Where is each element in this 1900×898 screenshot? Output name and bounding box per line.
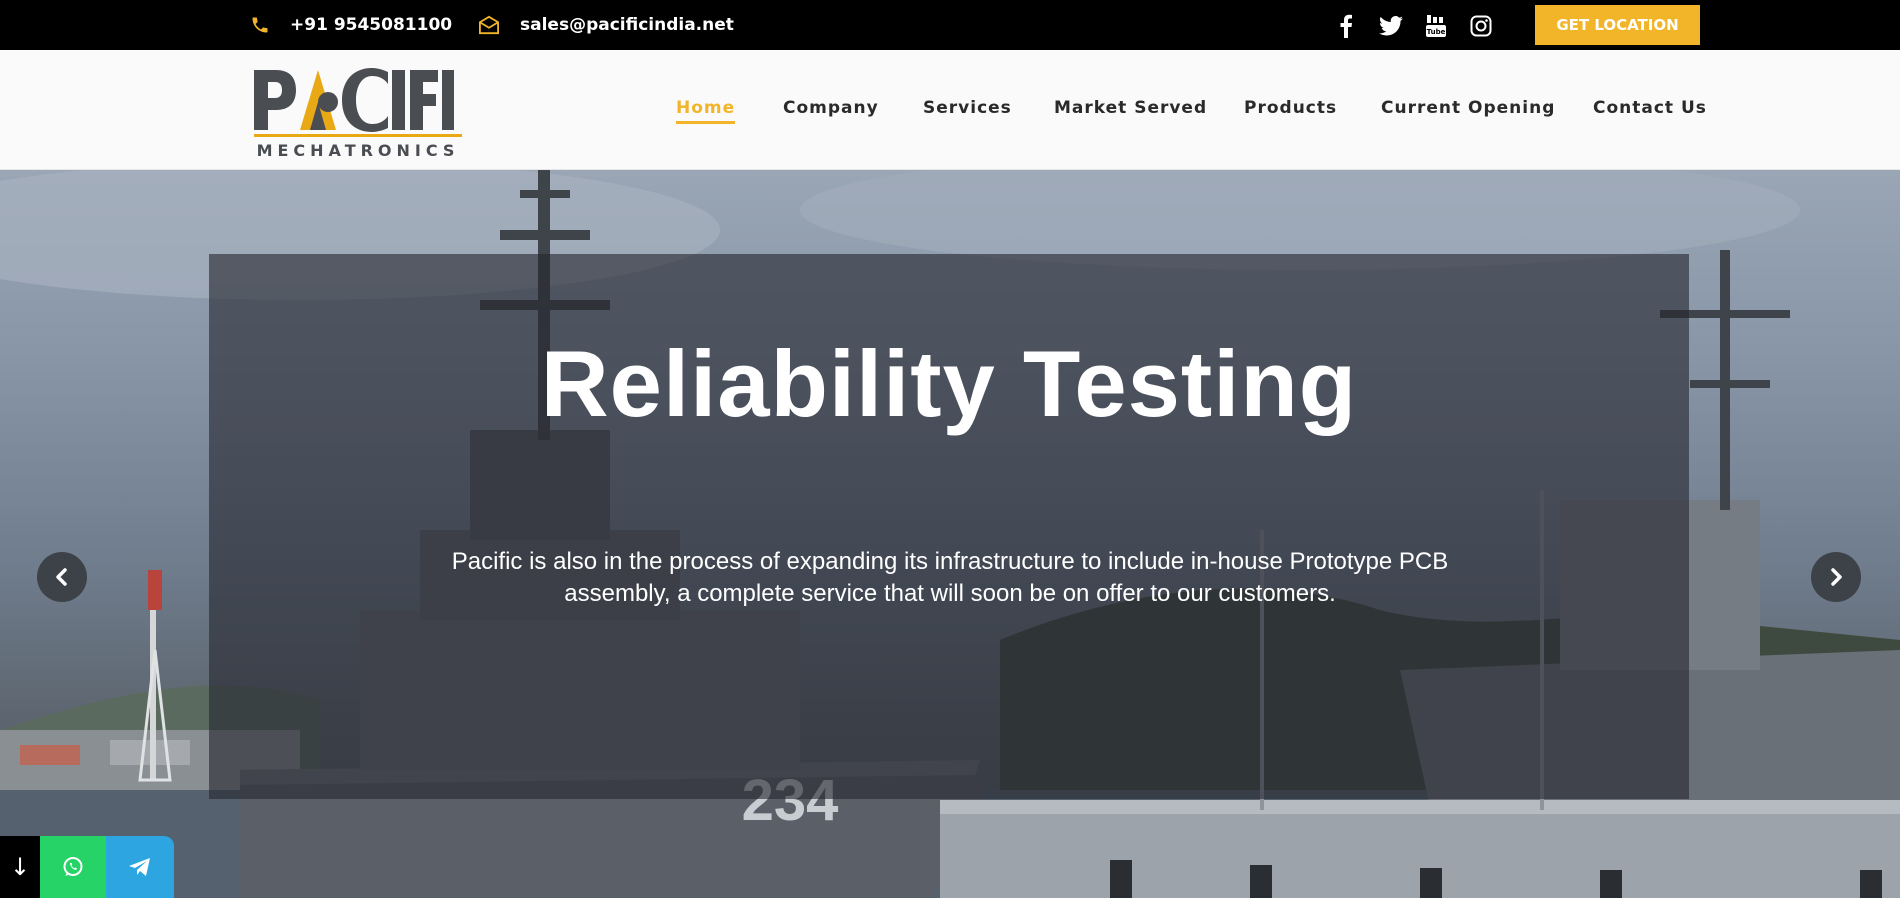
scroll-down-button[interactable]: ↓ bbox=[0, 836, 40, 898]
nav-contact-us[interactable]: Contact Us bbox=[1593, 98, 1707, 118]
nav-services[interactable]: Services bbox=[923, 98, 1012, 118]
svg-text:Tube: Tube bbox=[1427, 28, 1446, 36]
hero-title: Reliability Testing bbox=[540, 331, 1358, 436]
chevron-right-icon bbox=[1827, 568, 1845, 586]
nav-market-served[interactable]: Market Served bbox=[1054, 98, 1207, 118]
chevron-left-icon bbox=[53, 568, 71, 586]
hero-description: Pacific is also in the process of expand… bbox=[451, 548, 1449, 607]
hero-slider: 234 Reliability Testing Pacific is also … bbox=[0, 170, 1900, 898]
site-header: MECHATRONICS Home Company Services Marke… bbox=[0, 50, 1900, 170]
phone-icon bbox=[250, 15, 270, 35]
whatsapp-button[interactable] bbox=[40, 836, 106, 898]
whatsapp-icon bbox=[61, 855, 85, 879]
email-address: sales@pacificindia.net bbox=[520, 15, 734, 35]
nav-products[interactable]: Products bbox=[1244, 98, 1337, 118]
top-bar: +91 9545081100 sales@pacificindia.net Tu… bbox=[0, 0, 1900, 50]
arrow-down-icon: ↓ bbox=[9, 853, 31, 881]
facebook-icon[interactable] bbox=[1333, 13, 1359, 39]
nav-company[interactable]: Company bbox=[783, 98, 879, 118]
slider-next-button[interactable] bbox=[1811, 552, 1861, 602]
telegram-icon bbox=[128, 856, 152, 878]
get-location-button[interactable]: GET LOCATION bbox=[1535, 5, 1700, 45]
envelope-icon bbox=[478, 15, 500, 35]
instagram-icon[interactable] bbox=[1468, 13, 1494, 39]
nav-current-opening[interactable]: Current Opening bbox=[1381, 98, 1555, 118]
email-contact[interactable]: sales@pacificindia.net bbox=[478, 0, 734, 50]
phone-number: +91 9545081100 bbox=[290, 15, 453, 35]
nav-home[interactable]: Home bbox=[676, 98, 736, 124]
phone-contact[interactable]: +91 9545081100 bbox=[250, 0, 452, 50]
telegram-button[interactable] bbox=[106, 836, 174, 898]
youtube-icon[interactable]: Tube bbox=[1423, 13, 1449, 39]
main-nav: Home Company Services Market Served Prod… bbox=[0, 50, 1900, 170]
twitter-icon[interactable] bbox=[1378, 13, 1404, 39]
slider-prev-button[interactable] bbox=[37, 552, 87, 602]
